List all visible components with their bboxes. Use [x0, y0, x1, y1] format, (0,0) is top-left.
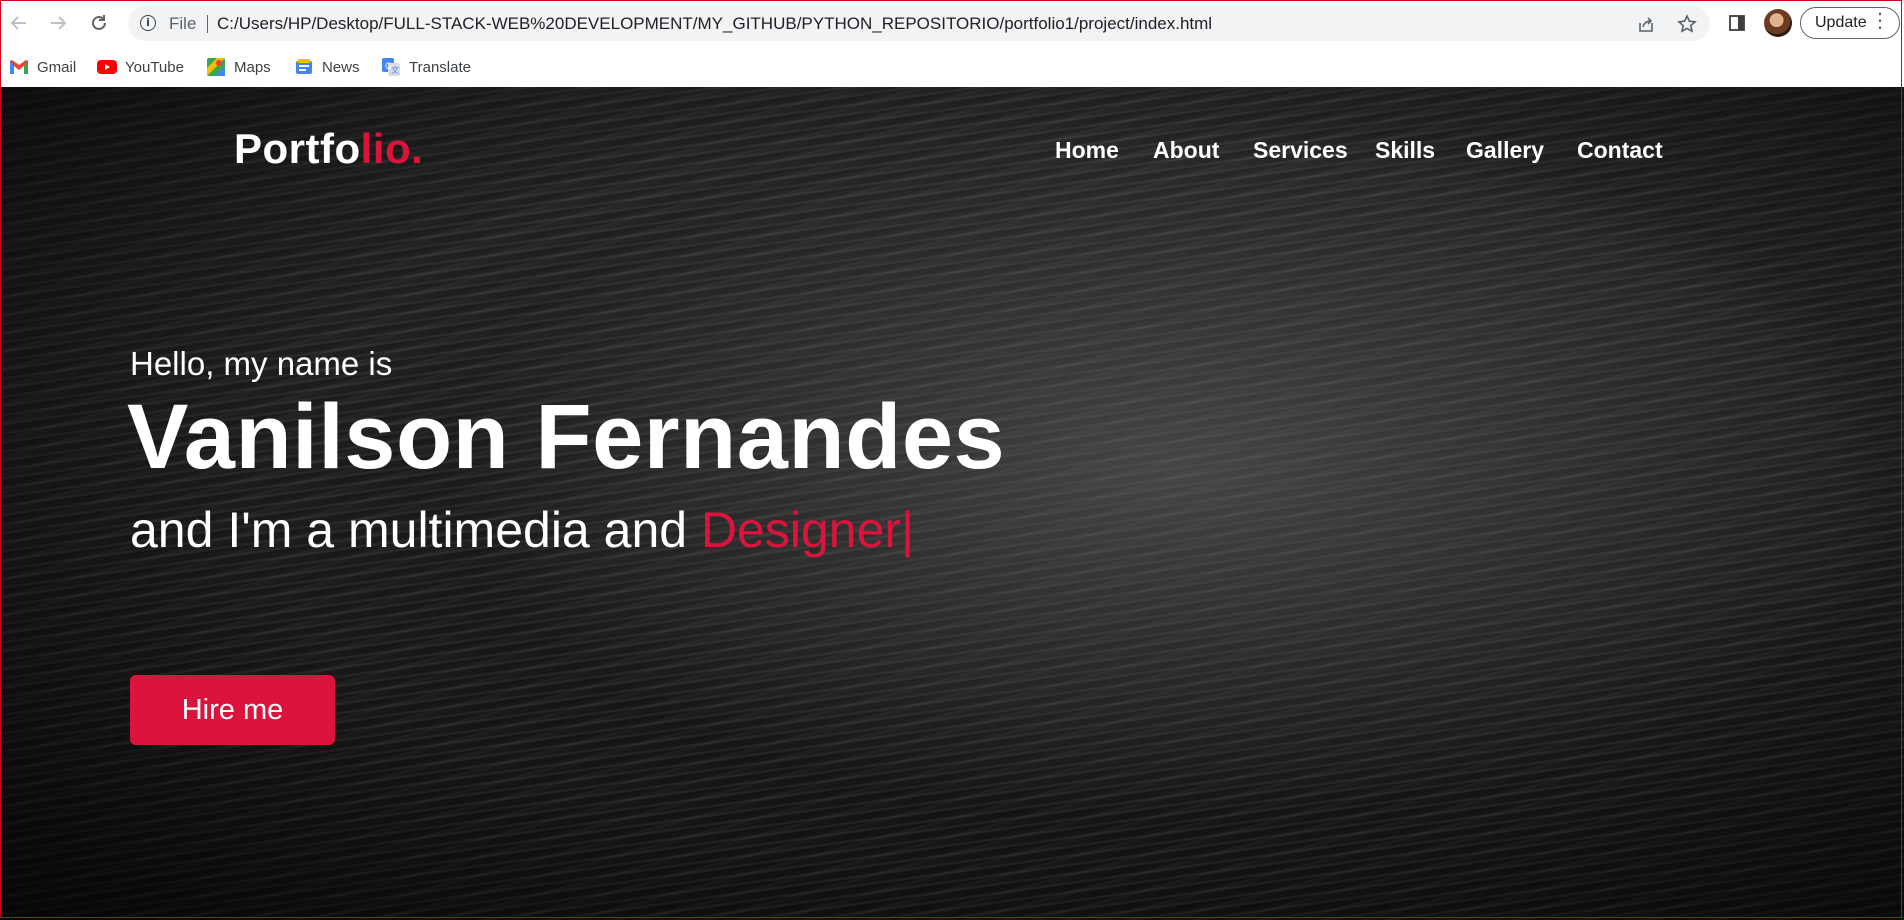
youtube-icon	[97, 58, 117, 76]
url-text[interactable]: C:/Users/HP/Desktop/FULL-STACK-WEB%20DEV…	[217, 14, 1212, 34]
nav-gallery[interactable]: Gallery	[1466, 137, 1544, 164]
profile-avatar[interactable]	[1764, 9, 1792, 37]
reload-icon[interactable]	[88, 12, 110, 34]
star-icon[interactable]	[1677, 14, 1697, 34]
subtitle-prefix: and I'm a multimedia and	[130, 502, 701, 558]
bookmark-maps[interactable]: Maps	[206, 55, 271, 79]
url-separator	[207, 15, 208, 33]
nav-about[interactable]: About	[1153, 137, 1219, 164]
typed-role: Designer|	[700, 502, 915, 558]
bookmark-label: YouTube	[125, 58, 184, 76]
menu-dots-icon[interactable]: ⋮	[1870, 10, 1890, 30]
nav-home[interactable]: Home	[1055, 137, 1119, 164]
hire-me-button[interactable]: Hire me	[130, 675, 335, 745]
bookmark-label: News	[322, 58, 360, 76]
logo-main: Portfo	[234, 125, 361, 172]
back-icon[interactable]	[8, 12, 30, 34]
forward-icon[interactable]	[47, 12, 69, 34]
info-icon[interactable]: i	[140, 15, 156, 31]
url-scheme: File	[169, 14, 197, 33]
translate-icon: G文	[381, 58, 401, 76]
site-logo[interactable]: Portfolio.	[234, 125, 423, 173]
news-icon	[294, 58, 314, 76]
bookmark-news[interactable]: News	[294, 55, 360, 79]
site-navbar: Portfolio. Home About Services Skills Ga…	[0, 87, 1904, 187]
maps-icon	[206, 58, 226, 76]
update-label: Update	[1815, 14, 1867, 31]
nav-services[interactable]: Services	[1253, 137, 1348, 164]
bookmark-translate[interactable]: G文 Translate	[381, 55, 471, 79]
bookmarks-bar: Gmail YouTube Maps News G文 Translate	[0, 47, 1904, 87]
share-icon[interactable]	[1636, 14, 1656, 34]
nav-contact[interactable]: Contact	[1577, 137, 1663, 164]
bookmark-label: Gmail	[37, 58, 77, 76]
bookmark-youtube[interactable]: YouTube	[97, 55, 184, 79]
bookmark-gmail[interactable]: Gmail	[9, 55, 76, 79]
hero-subtitle: and I'm a multimedia and Designer|	[130, 501, 914, 559]
hero-greeting: Hello, my name is	[130, 345, 393, 382]
hero-name: Vanilson Fernandes	[127, 386, 1006, 488]
side-panel-icon[interactable]	[1726, 12, 1748, 34]
browser-toolbar: i File C:/Users/HP/Desktop/FULL-STACK-WE…	[0, 0, 1904, 47]
logo-accent: lio.	[360, 125, 424, 172]
bookmark-label: Maps	[234, 58, 271, 76]
gmail-icon	[9, 58, 29, 76]
nav-skills[interactable]: Skills	[1375, 137, 1435, 164]
address-bar[interactable]: i File C:/Users/HP/Desktop/FULL-STACK-WE…	[128, 6, 1710, 41]
bookmark-label: Translate	[409, 58, 471, 76]
hero-section: Portfolio. Home About Services Skills Ga…	[0, 87, 1904, 920]
svg-text:文: 文	[391, 65, 399, 75]
